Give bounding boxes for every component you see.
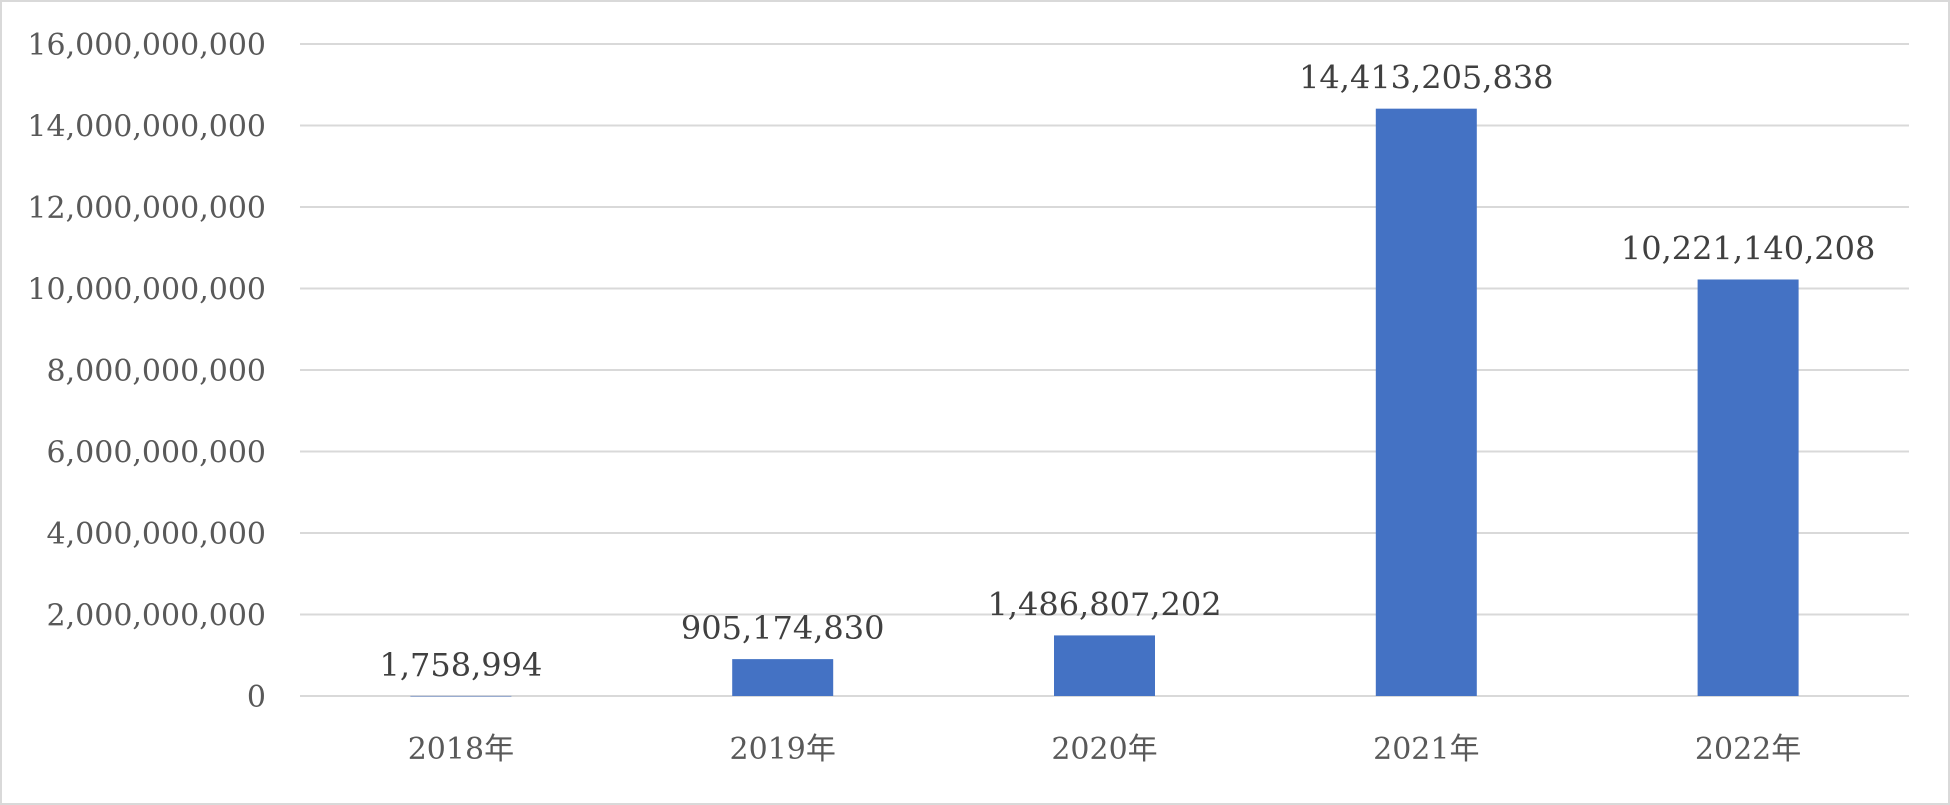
bar-chart: 0 2,000,000,000 4,000,000,000 6,000,000,000… [27, 28, 1909, 767]
x-category-label: 2022年 [1695, 732, 1801, 767]
y-tick-label: 8,000,000,000 [47, 354, 266, 389]
bar-2018年[interactable] [410, 695, 512, 697]
bar-2021年[interactable] [1375, 108, 1477, 696]
data-labels: 1,758,994 905,174,830 1,486,807,202 14,413,… [379, 59, 1875, 684]
y-axis-tick-labels: 0 2,000,000,000 4,000,000,000 6,000,000,000… [27, 28, 266, 715]
y-tick-label: 12,000,000,000 [27, 191, 266, 226]
x-category-label: 2019年 [730, 732, 836, 767]
bar-2020年[interactable] [1054, 635, 1155, 696]
y-tick-label: 10,000,000,000 [27, 273, 266, 308]
y-tick-label: 16,000,000,000 [27, 28, 266, 63]
y-tick-label: 4,000,000,000 [47, 517, 266, 552]
chart-frame: 0 2,000,000,000 4,000,000,000 6,000,000,000… [0, 0, 1950, 805]
data-label: 10,221,140,208 [1621, 229, 1875, 267]
y-tick-label: 6,000,000,000 [47, 436, 266, 471]
data-label: 905,174,830 [681, 609, 885, 647]
y-tick-label: 14,000,000,000 [27, 110, 266, 145]
data-label: 1,486,807,202 [987, 585, 1221, 623]
bar-2019年[interactable] [732, 659, 834, 696]
data-label: 1,758,994 [379, 646, 542, 684]
x-axis-category-labels: 2018年 2019年 2020年 2021年 2022年 [408, 732, 1802, 767]
x-category-label: 2021年 [1373, 732, 1479, 767]
y-tick-label: 2,000,000,000 [47, 599, 266, 634]
y-tick-label: 0 [247, 680, 266, 715]
bar-2022年[interactable] [1697, 279, 1799, 696]
x-category-label: 2020年 [1051, 732, 1157, 767]
data-label: 14,413,205,838 [1299, 59, 1553, 97]
x-category-label: 2018年 [408, 732, 514, 767]
